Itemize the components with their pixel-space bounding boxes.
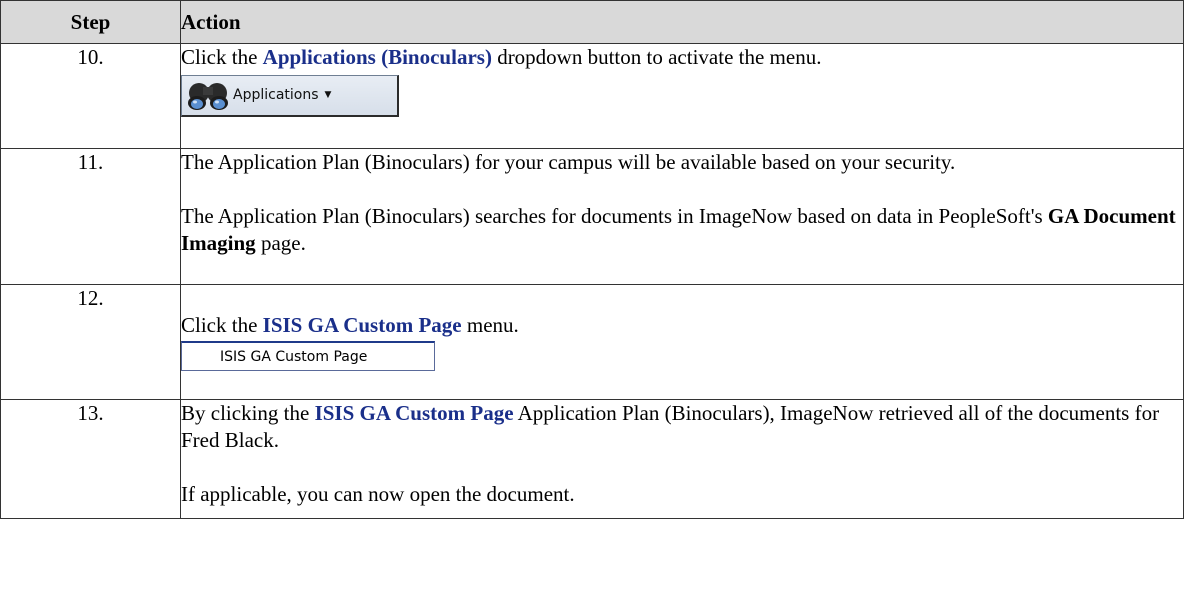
isis-ga-custom-page-keyword: ISIS GA Custom Page	[314, 401, 514, 425]
step-action: The Application Plan (Binoculars) for yo…	[180, 148, 1184, 285]
step-number: 13.	[0, 399, 181, 519]
steps-table: Step Action 10. Click the Applications (…	[0, 0, 1184, 519]
step-number: 11.	[0, 148, 181, 285]
table-row: 11. The Application Plan (Binoculars) fo…	[0, 148, 1184, 285]
isis-ga-custom-page-keyword: ISIS GA Custom Page	[262, 313, 462, 337]
step-action: By clicking the ISIS GA Custom Page Appl…	[180, 399, 1184, 519]
instruction-text: Click the	[181, 45, 263, 69]
step-paragraph: If applicable, you can now open the docu…	[181, 482, 575, 506]
chevron-down-icon: ▼	[324, 90, 332, 100]
table-row: 10. Click the Applications (Binoculars) …	[0, 43, 1184, 149]
instruction-text: menu.	[461, 313, 519, 337]
instruction-text: Click the	[181, 313, 263, 337]
applications-dropdown-button[interactable]: Applications ▼	[181, 75, 399, 117]
table-row: 13. By clicking the ISIS GA Custom Page …	[0, 399, 1184, 519]
step-instruction: Click the ISIS GA Custom Page menu.	[181, 312, 1183, 339]
paragraph-text: By clicking the	[181, 401, 315, 425]
applications-keyword: Applications (Binoculars)	[262, 45, 492, 69]
table-header-row: Step Action	[0, 0, 1184, 44]
binoculars-icon	[188, 82, 228, 110]
step-number: 10.	[0, 43, 181, 149]
step-instruction: Click the Applications (Binoculars) drop…	[181, 44, 1183, 71]
step-paragraph: By clicking the ISIS GA Custom Page Appl…	[181, 400, 1183, 454]
paragraph-text: The Application Plan (Binoculars) search…	[181, 204, 1048, 228]
step-action: Click the ISIS GA Custom Page menu. ISIS…	[180, 284, 1184, 400]
step-action: Click the Applications (Binoculars) drop…	[180, 43, 1184, 149]
step-paragraph: The Application Plan (Binoculars) search…	[181, 203, 1183, 257]
instruction-text: dropdown button to activate the menu.	[491, 45, 822, 69]
applications-button-label: Applications	[233, 87, 319, 103]
header-action: Action	[180, 0, 1184, 44]
table-row: 12. Click the ISIS GA Custom Page menu. …	[0, 284, 1184, 400]
paragraph-text: page.	[255, 231, 306, 255]
isis-ga-custom-page-menu-item[interactable]: ISIS GA Custom Page	[181, 341, 435, 371]
header-step: Step	[0, 0, 181, 44]
step-paragraph: The Application Plan (Binoculars) for yo…	[181, 150, 956, 174]
step-number: 12.	[0, 284, 181, 400]
